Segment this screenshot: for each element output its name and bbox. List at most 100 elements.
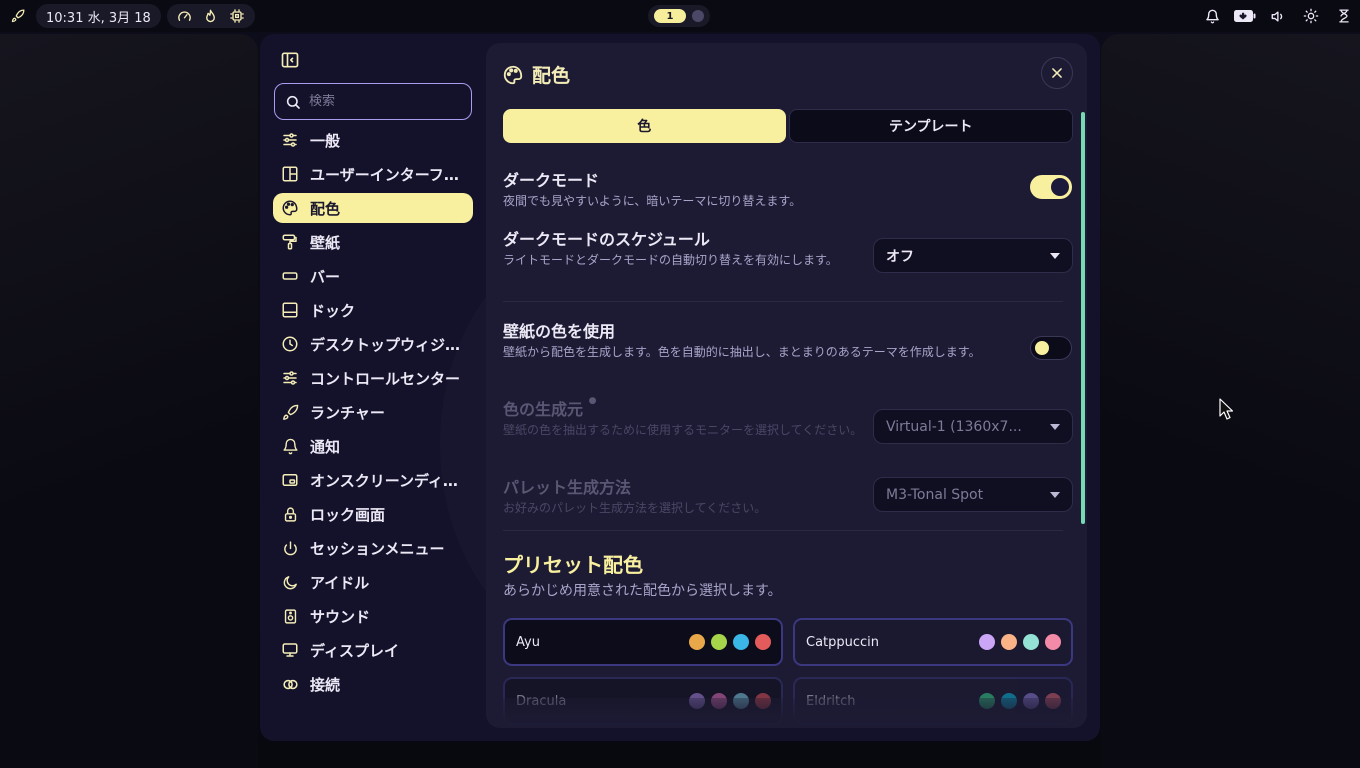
sidebar-item-color-scheme[interactable]: 配色	[273, 193, 473, 223]
color-swatch	[1045, 634, 1061, 650]
launcher-rocket-icon[interactable]	[6, 4, 30, 28]
dark-schedule-select[interactable]: オフ	[873, 238, 1073, 273]
gauge-icon[interactable]	[173, 4, 197, 28]
sidebar-item-desktop-widgets[interactable]: デスクトップウィジェット	[273, 329, 473, 359]
volume-icon[interactable]	[1266, 4, 1290, 28]
scroll-fade	[486, 698, 1087, 728]
sidebar-item-dock[interactable]: ドック	[273, 295, 473, 325]
color-swatch	[711, 634, 727, 650]
chevron-down-icon	[1050, 424, 1060, 430]
sidebar-item-label: アイドル	[310, 573, 370, 592]
sidebar-item-label: ロック画面	[310, 505, 386, 524]
wallpaper-colors-desc: 壁紙から配色を生成します。色を自動的に抽出し、まとまりのあるテーマを作成します。	[503, 345, 981, 359]
color-swatch	[755, 634, 771, 650]
sidebar-item-general[interactable]: 一般	[273, 125, 473, 155]
top-bar-right	[1200, 4, 1356, 28]
chevron-down-icon	[1050, 253, 1060, 259]
search-box[interactable]	[274, 83, 472, 120]
wallpaper-colors-toggle[interactable]	[1030, 336, 1072, 360]
preset-card-ayu[interactable]: Ayu	[503, 618, 783, 666]
sidebar-item-label: サウンド	[310, 607, 371, 626]
sidebar-item-launcher[interactable]: ランチャー	[273, 397, 473, 427]
sidebar-item-label: 配色	[310, 199, 341, 218]
color-swatch	[689, 634, 705, 650]
brightness-icon[interactable]	[1299, 4, 1323, 28]
color-swatch	[1023, 634, 1039, 650]
sidebar-item-label: セッションメニュー	[310, 539, 445, 558]
sidebar-item-bar[interactable]: バー	[273, 261, 473, 291]
top-bar-left: 10:31 水, 3月 18	[6, 4, 255, 28]
palette-icon	[502, 64, 524, 86]
bell-icon[interactable]	[1200, 4, 1224, 28]
sidebar-item-sound[interactable]: サウンド	[273, 601, 473, 631]
hourglass-icon[interactable]	[1332, 4, 1356, 28]
sidebar-item-idle[interactable]: アイドル	[273, 567, 473, 597]
system-monitor-group	[166, 4, 255, 28]
sidebar-item-label: デスクトップウィジェット	[310, 335, 465, 354]
tab-bar: 色 テンプレート	[503, 109, 1073, 143]
sidebar-item-connections[interactable]: 接続	[273, 669, 473, 699]
dark-schedule-title: ダークモードのスケジュール	[503, 230, 710, 249]
sidebar-item-label: ドック	[310, 301, 356, 320]
scrollbar[interactable]	[1081, 112, 1085, 524]
close-icon	[1052, 68, 1062, 78]
sidebar-item-wallpaper[interactable]: 壁紙	[273, 227, 473, 257]
clock[interactable]: 10:31 水, 3月 18	[36, 4, 161, 28]
search-icon	[286, 95, 300, 109]
color-source-desc: 壁紙の色を抽出するために使用するモニターを選択してください。	[503, 423, 863, 437]
cpu-icon[interactable]	[225, 4, 249, 28]
tab-templates[interactable]: テンプレート	[788, 109, 1073, 143]
divider	[503, 530, 1063, 531]
workspace-indicator: 1	[648, 5, 710, 27]
preset-swatches	[689, 634, 771, 650]
sidebar-item-notifications[interactable]: 通知	[273, 431, 473, 461]
settings-sidebar: 一般 ユーザーインターフェース 配色 壁紙 バー ドック	[260, 34, 486, 741]
link-icon	[280, 674, 300, 694]
select-value: オフ	[886, 248, 914, 265]
sidebar-item-label: 壁紙	[310, 233, 341, 252]
palette-method-select[interactable]: M3-Tonal Spot	[873, 477, 1073, 512]
workspace-inactive[interactable]	[692, 10, 704, 22]
palette-method-desc: お好みのパレット生成方法を選択してください。	[503, 501, 767, 515]
color-source-select[interactable]: Virtual-1 (1360x7...	[873, 409, 1073, 444]
sidebar-collapse-icon[interactable]	[280, 50, 300, 70]
sidebar-item-label: ユーザーインターフェース	[310, 165, 465, 184]
presets-title: プリセット配色	[503, 553, 643, 577]
sidebar-item-control-center[interactable]: コントロールセンター	[273, 363, 473, 393]
sidebar-item-session-menu[interactable]: セッションメニュー	[273, 533, 473, 563]
battery-icon[interactable]	[1233, 4, 1257, 28]
rocket-icon	[280, 402, 300, 422]
sidebar-item-user-interface[interactable]: ユーザーインターフェース	[273, 159, 473, 189]
sidebar-item-lock-screen[interactable]: ロック画面	[273, 499, 473, 529]
sidebar-item-label: 一般	[310, 131, 341, 150]
flame-icon[interactable]	[199, 4, 223, 28]
close-button[interactable]	[1041, 57, 1073, 89]
top-bar: 10:31 水, 3月 18 1	[0, 0, 1360, 32]
info-dot-icon: ●	[588, 396, 597, 406]
search-input[interactable]	[309, 94, 459, 109]
select-value: Virtual-1 (1360x7...	[886, 418, 1022, 435]
bar-icon	[280, 266, 300, 286]
content-header: 配色	[502, 61, 570, 88]
sidebar-item-label: 通知	[310, 437, 341, 456]
sidebar-item-osd[interactable]: オンスクリーンディスプレイ	[273, 465, 473, 495]
dark-mode-toggle[interactable]	[1030, 175, 1072, 199]
sidebar-item-label: ディスプレイ	[310, 641, 399, 660]
color-swatch	[979, 634, 995, 650]
sidebar-item-display[interactable]: ディスプレイ	[273, 635, 473, 665]
color-source-title: 色の生成元 ●	[503, 396, 596, 420]
toggle-knob	[1035, 341, 1049, 355]
page-title: 配色	[532, 65, 571, 87]
preset-card-catppuccin[interactable]: Catppuccin	[793, 618, 1073, 666]
presets-desc: あらかじめ用意された配色から選択します。	[503, 583, 782, 599]
paint-roller-icon	[280, 232, 300, 252]
tab-colors[interactable]: 色	[503, 109, 786, 143]
dock-icon	[280, 300, 300, 320]
color-swatch	[733, 634, 749, 650]
sidebar-item-label: バー	[310, 267, 341, 286]
sidebar-item-label: 接続	[310, 675, 341, 694]
color-source-label: 色の生成元	[503, 400, 584, 419]
sidebar-item-label: ランチャー	[310, 403, 385, 422]
sidebar-item-label: オンスクリーンディスプレイ	[310, 471, 465, 490]
workspace-active[interactable]: 1	[654, 9, 686, 23]
